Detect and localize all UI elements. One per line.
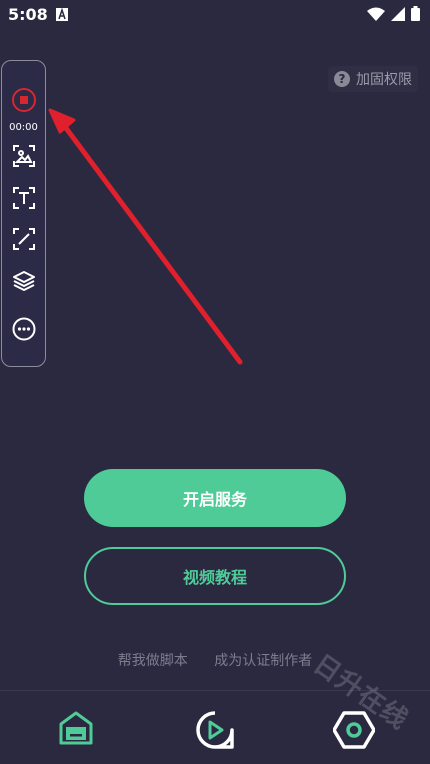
text-recognition-button[interactable] <box>2 187 45 209</box>
reinforce-permission-button[interactable]: ? 加固权限 <box>328 66 418 92</box>
image-recognition-button[interactable] <box>2 145 45 167</box>
home-tab-icon <box>59 711 93 745</box>
status-bar: 5:08 <box>0 0 430 30</box>
record-timer: 00:00 <box>9 122 38 133</box>
video-tutorial-button[interactable]: 视频教程 <box>84 547 346 605</box>
text-recognition-icon <box>12 187 35 209</box>
battery-icon <box>411 6 420 21</box>
help-icon: ? <box>334 71 350 87</box>
tab-play[interactable] <box>195 710 235 750</box>
record-stop-icon <box>11 88 36 112</box>
wifi-icon <box>367 7 385 21</box>
edit-region-icon <box>12 228 35 250</box>
help-script-link[interactable]: 帮我做脚本 <box>118 653 188 669</box>
become-author-link[interactable]: 成为认证制作者 <box>214 653 312 669</box>
start-service-button[interactable]: 开启服务 <box>84 469 346 527</box>
more-icon <box>12 317 35 341</box>
layers-icon <box>12 271 35 291</box>
system-icons <box>367 6 420 21</box>
floating-toolbar[interactable]: 00:00 <box>1 60 46 367</box>
layers-button[interactable] <box>2 270 45 292</box>
signal-icon <box>391 6 405 21</box>
more-button[interactable] <box>2 317 45 341</box>
footer-links: 帮我做脚本 成为认证制作者 <box>0 650 430 670</box>
permission-label: 加固权限 <box>356 72 412 88</box>
image-recognition-icon <box>12 145 35 167</box>
record-stop-button[interactable] <box>2 87 45 113</box>
tab-home[interactable] <box>57 710 97 750</box>
app-notification-icon <box>56 8 68 21</box>
edit-region-button[interactable] <box>2 228 45 250</box>
status-time: 5:08 <box>8 5 48 24</box>
play-tab-icon <box>196 711 234 749</box>
